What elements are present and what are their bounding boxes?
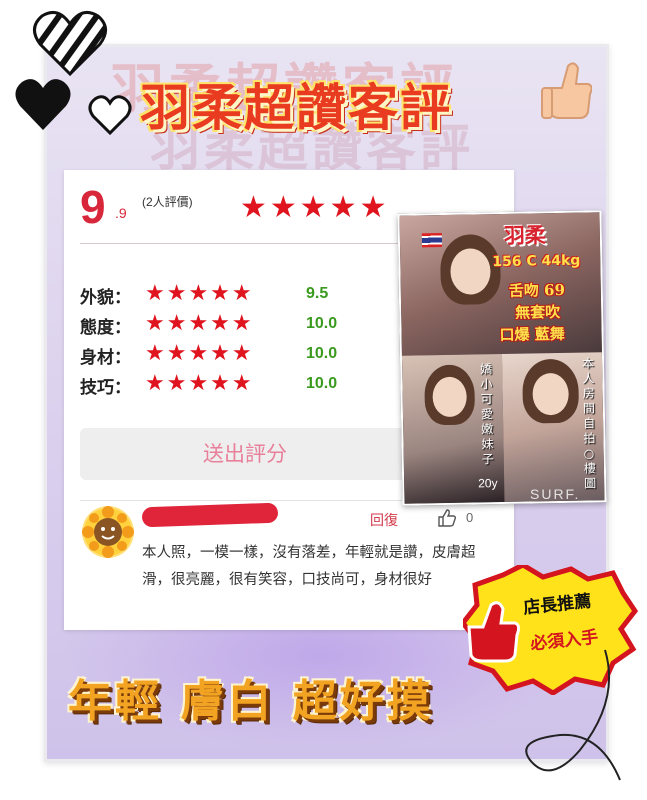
comment-text: 本人照，一模一樣，沒有落差，年輕就是讚，皮膚超滑，很亮麗，很有笑容，口技尚可，身… bbox=[142, 545, 476, 588]
photo-service-1: 舌吻 69 bbox=[508, 280, 566, 300]
photo-service-2: 無套吹 bbox=[515, 302, 561, 322]
photo-caption-vertical: 嬌小可愛嫩妹子 bbox=[480, 362, 494, 467]
rating-score: 9.5 bbox=[306, 285, 329, 302]
bottom-slogan: 年輕 膚白 超好摸 bbox=[68, 676, 434, 727]
overall-score: 9 bbox=[80, 181, 106, 233]
photo-age: 20y bbox=[478, 476, 498, 491]
reply-link[interactable]: 回復 bbox=[370, 510, 398, 530]
profile-photo-collage: 羽柔 156 C 44kg 舌吻 69 無套吹 口爆 藍舞 嬌小可愛嫩妹子 20… bbox=[397, 210, 607, 506]
rating-stars[interactable]: ★★★★★ bbox=[145, 311, 254, 336]
like-icon[interactable] bbox=[437, 508, 457, 528]
sunflower-avatar-icon bbox=[82, 506, 134, 558]
rating-stars[interactable]: ★★★★★ bbox=[145, 341, 254, 366]
watermark: SURF. bbox=[530, 486, 581, 502]
photo-service-3: 口爆 藍舞 bbox=[499, 324, 565, 345]
overall-stars: ★★★★★ bbox=[240, 190, 390, 225]
photo-name: 羽柔 bbox=[503, 222, 547, 248]
avatar bbox=[82, 506, 134, 558]
reviews-count: (2人評價) bbox=[142, 195, 193, 209]
rating-label: 外貌： bbox=[80, 288, 131, 308]
photo-caption-vertical-right: 本人房間自拍○樓圖 bbox=[581, 356, 597, 491]
rating-stars[interactable]: ★★★★★ bbox=[145, 281, 254, 306]
rating-label: 態度： bbox=[80, 318, 131, 338]
overall-score-decimal: .9 bbox=[115, 205, 127, 221]
page-title: 羽柔超讚客評 bbox=[140, 79, 452, 137]
like-count: 0 bbox=[466, 510, 474, 525]
rating-score: 10.0 bbox=[306, 315, 338, 332]
rating-score: 10.0 bbox=[306, 375, 338, 392]
submit-rating-button[interactable]: 送出評分 bbox=[80, 428, 410, 480]
rating-label: 身材： bbox=[80, 348, 131, 368]
photo-stats: 156 C 44kg bbox=[492, 252, 581, 271]
scribble-decoration bbox=[525, 649, 621, 781]
black-heart-icon bbox=[15, 79, 71, 130]
flag-icon bbox=[421, 233, 443, 248]
thumbs-up-icon bbox=[541, 62, 592, 119]
outline-heart-icon bbox=[88, 95, 132, 136]
rating-score: 10.0 bbox=[306, 345, 338, 362]
rating-label: 技巧： bbox=[80, 378, 131, 398]
rating-stars[interactable]: ★★★★★ bbox=[145, 371, 254, 396]
striped-heart-icon bbox=[33, 10, 107, 77]
